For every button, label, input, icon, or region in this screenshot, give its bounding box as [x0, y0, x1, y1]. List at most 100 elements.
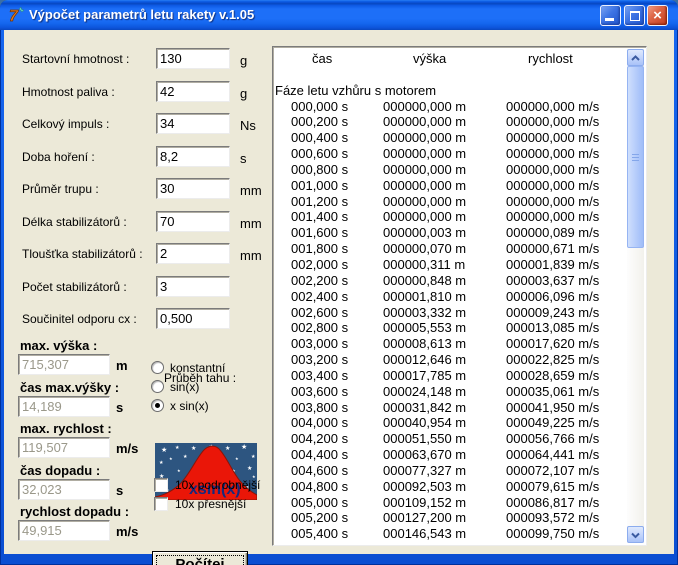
table-cell: 000000,000 m/s	[506, 114, 599, 129]
table-cell: 000,400 s	[291, 130, 383, 146]
maximize-button[interactable]	[624, 5, 645, 26]
result-label: čas max.výšky :	[20, 380, 119, 395]
thrust-radio-0[interactable]	[151, 361, 164, 374]
form-input-1[interactable]: 42	[156, 81, 230, 102]
table-cell: 000005,553 m	[383, 320, 506, 336]
table-row[interactable]: 004,800 s000092,503 m000079,615 m/s	[275, 479, 627, 495]
table-cell: 000003,332 m	[383, 305, 506, 321]
result-unit: s	[116, 483, 123, 498]
table-cell: 004,000 s	[291, 415, 383, 431]
table-cell: 002,200 s	[291, 273, 383, 289]
title-bar[interactable]: 7 Výpočet parametrů letu rakety v.1.05 ×	[0, 0, 678, 30]
table-row[interactable]: 000,400 s000000,000 m000000,000 m/s	[275, 130, 627, 146]
table-row[interactable]: 004,600 s000077,327 m000072,107 m/s	[275, 463, 627, 479]
table-row[interactable]: 003,400 s000017,785 m000028,659 m/s	[275, 368, 627, 384]
table-cell: 003,200 s	[291, 352, 383, 368]
table-row[interactable]: 004,000 s000040,954 m000049,225 m/s	[275, 415, 627, 431]
table-cell: 000077,327 m	[383, 463, 506, 479]
form-input-7[interactable]: 3	[156, 276, 230, 297]
result-unit: s	[116, 400, 123, 415]
table-cell: 000079,615 m/s	[506, 479, 599, 494]
table-cell: 000086,817 m/s	[506, 495, 599, 510]
table-row[interactable]: 002,000 s000000,311 m000001,839 m/s	[275, 257, 627, 273]
svg-text:★: ★	[169, 456, 173, 461]
table-cell: 000000,000 m/s	[506, 99, 599, 114]
form-input-5[interactable]: 70	[156, 211, 230, 232]
table-cell: 000001,810 m	[383, 289, 506, 305]
table-row[interactable]: 000,200 s000000,000 m000000,000 m/s	[275, 114, 627, 130]
scrollbar-thumb[interactable]	[627, 66, 644, 248]
form-input-3[interactable]: 8,2	[156, 146, 230, 167]
table-row[interactable]: 000,800 s000000,000 m000000,000 m/s	[275, 162, 627, 178]
table-row[interactable]: 002,200 s000000,848 m000003,637 m/s	[275, 273, 627, 289]
form-input-4[interactable]: 30	[156, 178, 230, 199]
scrollbar-down-button[interactable]	[627, 526, 644, 543]
table-cell: 000000,000 m/s	[506, 209, 599, 224]
thrust-radio-1[interactable]	[151, 380, 164, 393]
svg-text:★: ★	[225, 445, 230, 452]
form-input-6[interactable]: 2	[156, 243, 230, 264]
result-unit: m/s	[116, 441, 138, 456]
table-row[interactable]: 001,800 s000000,070 m000000,671 m/s	[275, 241, 627, 257]
thrust-radio-label: sin(x)	[170, 380, 199, 394]
table-row[interactable]: 001,000 s000000,000 m000000,000 m/s	[275, 178, 627, 194]
table-row[interactable]: 005,000 s000109,152 m000086,817 m/s	[275, 495, 627, 511]
table-row[interactable]: 003,000 s000008,613 m000017,620 m/s	[275, 336, 627, 352]
table-row[interactable]: 003,600 s000024,148 m000035,061 m/s	[275, 384, 627, 400]
app-window: 7 Výpočet parametrů letu rakety v.1.05 ×…	[0, 0, 678, 565]
table-cell: 000031,842 m	[383, 400, 506, 416]
close-icon: ×	[648, 6, 667, 25]
form-unit: s	[240, 151, 247, 166]
table-cell: 000000,000 m/s	[506, 162, 599, 177]
minimize-button[interactable]	[600, 5, 621, 26]
table-cell: 000051,550 m	[383, 431, 506, 447]
form-input-0[interactable]: 130	[156, 48, 230, 69]
table-row[interactable]: 001,600 s000000,003 m000000,089 m/s	[275, 225, 627, 241]
flight-table: čas výška rychlost Fáze letu vzhůru s mo…	[275, 51, 627, 542]
flight-table-listbox[interactable]: čas výška rychlost Fáze letu vzhůru s mo…	[272, 46, 647, 546]
table-row[interactable]: 002,600 s000003,332 m000009,243 m/s	[275, 305, 627, 321]
table-cell: 005,000 s	[291, 495, 383, 511]
form-label: Tloušťka stabilizátorů :	[22, 247, 143, 261]
form-label: Hmotnost paliva :	[22, 85, 115, 99]
result-value-1: 14,189	[18, 396, 110, 417]
table-cell: 000072,107 m/s	[506, 463, 599, 478]
table-cell: 002,000 s	[291, 257, 383, 273]
table-row[interactable]: 001,400 s000000,000 m000000,000 m/s	[275, 209, 627, 225]
col-header-velocity: rychlost	[528, 51, 573, 67]
table-cell: 000001,839 m/s	[506, 257, 599, 272]
precision-checkbox-1[interactable]	[154, 497, 168, 511]
table-row[interactable]: 005,400 s000146,543 m000099,750 m/s	[275, 526, 627, 542]
table-cell: 000000,671 m/s	[506, 241, 599, 256]
svg-text:★: ★	[251, 454, 256, 460]
form-unit: g	[240, 86, 247, 101]
table-cell: 000022,825 m/s	[506, 352, 599, 367]
scrollbar[interactable]	[627, 49, 644, 543]
table-row[interactable]: 005,200 s000127,200 m000093,572 m/s	[275, 510, 627, 526]
table-cell: 000024,148 m	[383, 384, 506, 400]
table-row[interactable]: 004,200 s000051,550 m000056,766 m/s	[275, 431, 627, 447]
table-cell: 000000,000 m	[383, 114, 506, 130]
table-row[interactable]: 003,200 s000012,646 m000022,825 m/s	[275, 352, 627, 368]
table-cell: 000000,000 m/s	[506, 130, 599, 145]
form-input-2[interactable]: 34	[156, 113, 230, 134]
table-row[interactable]: 001,200 s000000,000 m000000,000 m/s	[275, 194, 627, 210]
chevron-down-icon	[630, 531, 641, 539]
compute-button[interactable]: Počítej	[152, 551, 248, 565]
form-input-8[interactable]: 0,500	[156, 308, 230, 329]
table-cell: 000109,152 m	[383, 495, 506, 511]
table-row[interactable]: 000,000 s000000,000 m000000,000 m/s	[275, 99, 627, 115]
precision-checkbox-0[interactable]	[154, 478, 168, 492]
table-row[interactable]: 002,800 s000005,553 m000013,085 m/s	[275, 320, 627, 336]
table-cell: 000003,637 m/s	[506, 273, 599, 288]
thrust-radio-2[interactable]	[151, 399, 164, 412]
table-row[interactable]: 004,400 s000063,670 m000064,441 m/s	[275, 447, 627, 463]
form-unit: mm	[240, 248, 262, 263]
scrollbar-up-button[interactable]	[627, 49, 644, 66]
close-button[interactable]: ×	[647, 5, 668, 26]
table-cell: 000000,000 m	[383, 209, 506, 225]
table-row[interactable]: 003,800 s000031,842 m000041,950 m/s	[275, 400, 627, 416]
table-row[interactable]: 002,400 s000001,810 m000006,096 m/s	[275, 289, 627, 305]
table-row[interactable]: 000,600 s000000,000 m000000,000 m/s	[275, 146, 627, 162]
col-header-time: čas	[312, 51, 332, 67]
